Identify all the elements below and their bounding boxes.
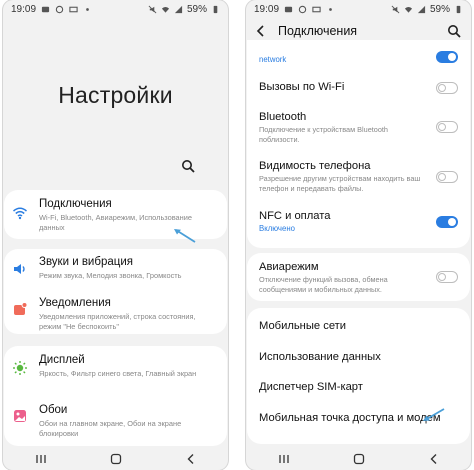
battery-icon xyxy=(213,5,218,13)
wifi-calling-toggle[interactable] xyxy=(436,82,458,94)
item-title: Вызовы по Wi-Fi xyxy=(259,81,345,93)
phone-settings-screen: 19:09 59% Настройки Подключения Wi-Fi, B… xyxy=(3,0,228,470)
item-title: Обои xyxy=(39,404,68,416)
header-title: Подключения xyxy=(278,24,358,38)
volume-icon xyxy=(14,264,25,274)
status-bar: 19:09 59% xyxy=(3,0,228,18)
phone-connections-screen: 19:09 59% Подключения network Вызовы по xyxy=(246,0,471,470)
wifi-toggle[interactable] xyxy=(436,51,458,63)
mail-icon xyxy=(312,6,321,12)
toggle-knob xyxy=(448,53,456,61)
item-subtitle: network xyxy=(259,55,287,64)
dot-icon xyxy=(86,7,89,11)
list-item-wifi-calling[interactable]: Вызовы по Wi-Fi xyxy=(259,81,428,93)
wifi-status-icon xyxy=(404,6,413,13)
settings-item-display[interactable]: Дисплей Яркость, Фильтр синего света, Гл… xyxy=(4,346,227,394)
item-title: NFC и оплата xyxy=(259,210,331,222)
airplane-mode-toggle[interactable] xyxy=(436,271,458,283)
settings-item-wallpaper[interactable]: Обои Обои на главном экране, Обои на экр… xyxy=(4,394,227,446)
notification-icon xyxy=(14,302,28,315)
page-title: Настройки xyxy=(58,82,173,108)
mute-icon xyxy=(391,5,400,13)
item-title: Видимость телефона xyxy=(259,160,371,172)
list-item-sim-manager[interactable]: Диспетчер SIM-карт xyxy=(259,381,363,393)
status-bar: 19:09 59% xyxy=(246,0,471,18)
alarm-icon xyxy=(298,5,307,13)
recent-apps-icon xyxy=(35,455,46,463)
search-icon[interactable] xyxy=(181,159,195,173)
status-time: 19:09 xyxy=(254,3,280,15)
phone-visibility-toggle[interactable] xyxy=(436,171,458,183)
mute-icon xyxy=(148,5,157,13)
dot-icon xyxy=(329,7,332,11)
back-arrow-icon[interactable] xyxy=(255,24,267,38)
settings-group: Звуки и вибрация Режим звука, Мелодия зв… xyxy=(4,249,227,334)
item-subtitle: Разрешение другим устройствам находить в… xyxy=(259,174,421,193)
list-item-data-usage[interactable]: Использование данных xyxy=(259,351,381,363)
message-icon xyxy=(284,6,293,12)
pointer-arrow-icon xyxy=(423,408,445,421)
mail-icon xyxy=(69,6,78,12)
settings-item-sounds[interactable]: Звуки и вибрация Режим звука, Мелодия зв… xyxy=(4,249,227,289)
wifi-status-icon xyxy=(161,6,170,13)
back-nav-icon xyxy=(187,454,193,464)
item-title: Подключения xyxy=(39,198,112,210)
recent-apps-button[interactable] xyxy=(31,452,51,466)
item-subtitle: Обои на главном экране, Обои на экране б… xyxy=(39,419,182,438)
item-subtitle: Подключение к устройствам Bluetooth побл… xyxy=(259,125,388,144)
message-icon xyxy=(41,6,50,12)
bluetooth-toggle[interactable] xyxy=(436,121,458,133)
item-subtitle: Режим звука, Мелодия звонка, Громкость xyxy=(39,271,182,280)
signal-icon xyxy=(417,5,426,13)
back-button[interactable] xyxy=(181,452,201,466)
toggle-knob xyxy=(438,172,446,181)
settings-group: Дисплей Яркость, Фильтр синего света, Гл… xyxy=(4,346,227,446)
list-item-phone-visibility[interactable]: Видимость телефона Разрешение другим уст… xyxy=(259,160,428,193)
item-title: Bluetooth xyxy=(259,111,307,123)
navigation-bar xyxy=(3,448,228,470)
item-title: Звуки и вибрация xyxy=(39,256,133,268)
home-button[interactable] xyxy=(349,452,369,466)
toggle-knob xyxy=(448,218,456,226)
nfc-toggle[interactable] xyxy=(436,216,458,228)
home-button[interactable] xyxy=(106,452,126,466)
list-item-airplane-mode[interactable]: Авиарежим Отключение функций вызова, обм… xyxy=(259,261,428,294)
back-nav-icon xyxy=(430,454,436,464)
home-icon xyxy=(353,453,364,465)
home-icon xyxy=(110,453,121,465)
list-item-nfc[interactable]: NFC и оплата Включено xyxy=(259,210,428,234)
item-subtitle: Отключение функций вызова, обмена сообще… xyxy=(259,275,388,294)
list-item-mobile-networks[interactable]: Мобильные сети xyxy=(259,320,346,332)
pointer-arrow-icon xyxy=(174,229,196,243)
item-subtitle: Включено xyxy=(259,224,295,233)
search-icon[interactable] xyxy=(447,24,461,38)
list-item-hotspot-tethering[interactable]: Мобильная точка доступа и модем xyxy=(259,412,441,424)
list-item-wifi[interactable]: network xyxy=(259,53,428,65)
battery-percent: 59% xyxy=(186,3,207,15)
list-item-bluetooth[interactable]: Bluetooth Подключение к устройствам Blue… xyxy=(259,111,428,144)
wifi-icon xyxy=(13,207,27,220)
signal-icon xyxy=(174,5,183,13)
item-subtitle: Уведомления приложений, строка состояния… xyxy=(39,312,196,331)
navigation-bar xyxy=(246,448,471,470)
battery-percent: 59% xyxy=(429,3,450,15)
airplane-card: Авиарежим Отключение функций вызова, обм… xyxy=(247,253,470,301)
recent-apps-button[interactable] xyxy=(274,452,294,466)
alarm-icon xyxy=(55,5,64,13)
toggle-knob xyxy=(438,122,446,131)
item-title: Авиарежим xyxy=(259,261,319,273)
status-time: 19:09 xyxy=(11,3,37,15)
back-button[interactable] xyxy=(424,452,444,466)
display-icon xyxy=(13,361,27,375)
item-title: Дисплей xyxy=(39,354,85,366)
recent-apps-icon xyxy=(278,455,289,463)
toggle-knob xyxy=(438,83,446,92)
settings-item-notifications[interactable]: Уведомления Уведомления приложений, стро… xyxy=(4,289,227,334)
item-subtitle: Яркость, Фильтр синего света, Главный эк… xyxy=(39,369,197,378)
item-title: Уведомления xyxy=(39,297,111,309)
toggle-knob xyxy=(438,272,446,281)
wallpaper-icon xyxy=(14,410,26,422)
battery-icon xyxy=(456,5,461,13)
connections-card: network Вызовы по Wi-Fi Bluetooth Подклю… xyxy=(247,40,470,248)
